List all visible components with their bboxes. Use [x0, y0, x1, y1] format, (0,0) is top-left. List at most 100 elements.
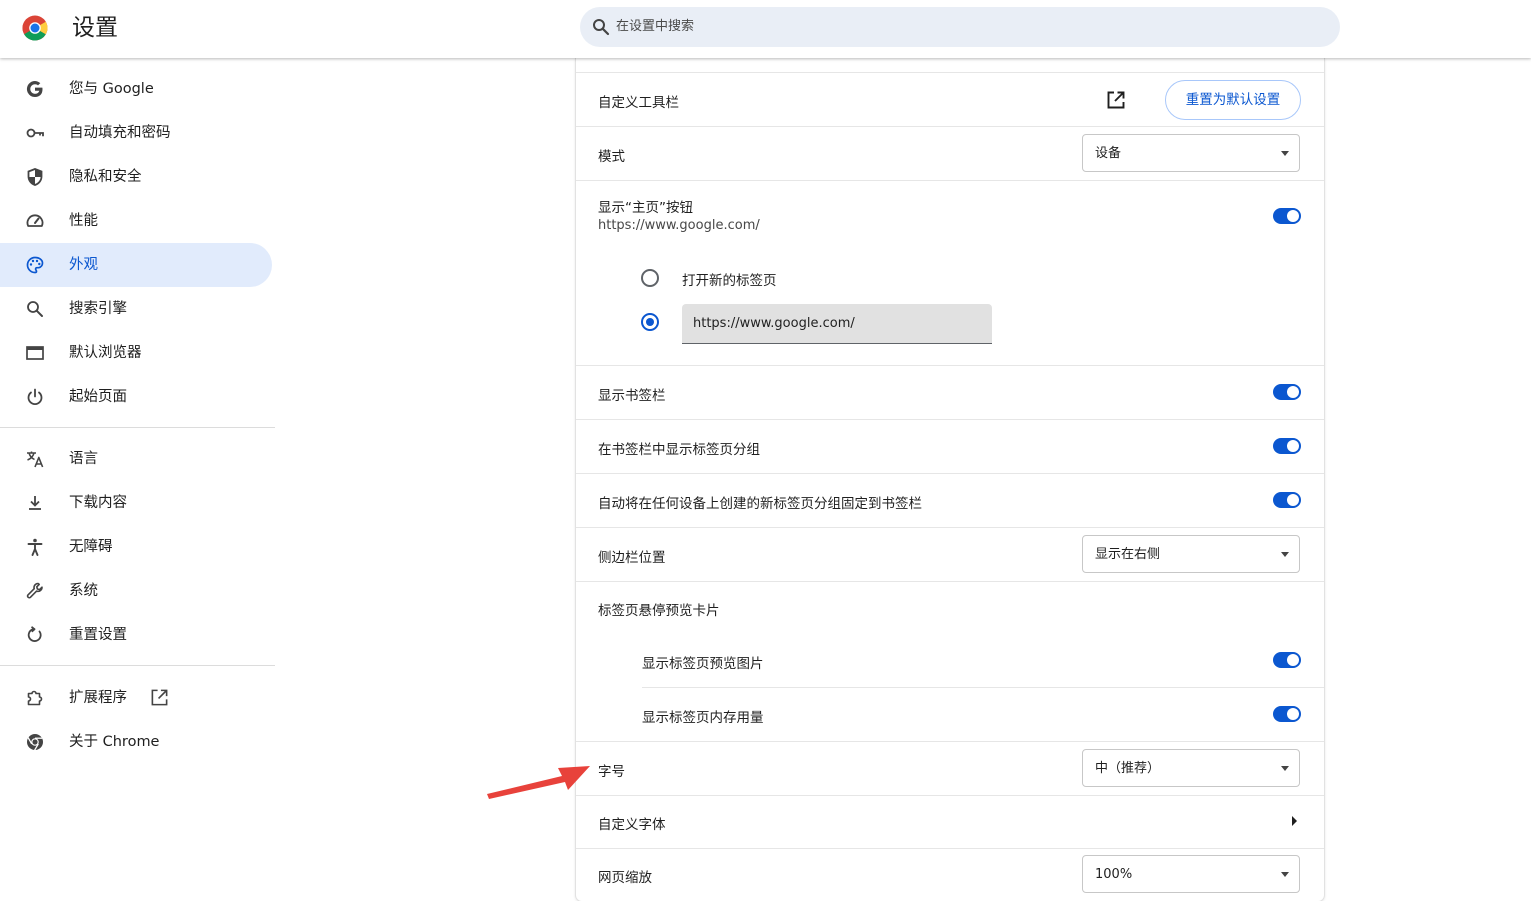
- dropdown-caret-icon: [1281, 872, 1289, 877]
- reset-icon: [27, 626, 42, 642]
- google-g-icon: [26, 81, 43, 98]
- translate-icon: [27, 451, 44, 468]
- sidebar-item-label: 外观: [69, 257, 98, 273]
- sidebar-item-accessibility[interactable]: 无障碍: [0, 525, 272, 569]
- sidebar-item-languages[interactable]: 语言: [0, 437, 272, 481]
- sidebar-item-on-startup[interactable]: 起始页面: [0, 375, 272, 419]
- accessibility-icon: [27, 538, 43, 556]
- reset-to-default-button[interactable]: 重置为默认设置: [1165, 80, 1301, 120]
- search-box[interactable]: [580, 7, 1340, 47]
- home-button-row: 显示“主页”按钮 https://www.google.com/ 打开新的标签页…: [576, 181, 1324, 365]
- page-zoom-label: 网页缩放: [598, 870, 652, 886]
- download-icon: [29, 496, 41, 510]
- wrench-icon: [26, 582, 43, 599]
- side-panel-select-value: 显示在右侧: [1095, 547, 1161, 562]
- custom-fonts-label: 自定义字体: [598, 817, 666, 833]
- sidebar-item-label: 语言: [69, 451, 98, 467]
- sidebar-item-label: 下载内容: [69, 495, 127, 511]
- font-size-label: 字号: [598, 764, 625, 780]
- dropdown-caret-icon: [1281, 552, 1289, 557]
- radio-dot: [646, 318, 654, 326]
- sidebar-item-label: 性能: [69, 213, 98, 229]
- puzzle-icon: [27, 690, 43, 706]
- sidebar-divider: [0, 427, 275, 428]
- sidebar-item-extensions[interactable]: 扩展程序: [0, 676, 272, 720]
- tab-groups-bookmarks-toggle[interactable]: [1273, 438, 1301, 454]
- mode-label: 模式: [598, 149, 625, 165]
- toggle-knob: [1287, 708, 1299, 720]
- sidebar-item-you-and-google[interactable]: 您与 Google: [0, 67, 272, 111]
- chrome-icon: [27, 734, 43, 751]
- sidebar-item-search-engine[interactable]: 搜索引擎: [0, 287, 272, 331]
- home-url-value: https://www.google.com/: [693, 316, 855, 331]
- font-size-select-value: 中（推荐）: [1095, 761, 1161, 776]
- search-icon: [593, 19, 610, 36]
- sidebar-item-label: 扩展程序: [69, 690, 127, 706]
- bookmarks-bar-toggle[interactable]: [1273, 384, 1301, 400]
- toggle-knob: [1287, 654, 1299, 666]
- sidebar-item-about-chrome[interactable]: 关于 Chrome: [0, 720, 272, 764]
- toggle-knob: [1287, 210, 1299, 222]
- hover-card-image-label: 显示标签页预览图片: [642, 656, 764, 672]
- browser-window-icon: [26, 346, 44, 360]
- bookmarks-bar-row: 显示书签栏: [576, 366, 1324, 419]
- home-button-toggle[interactable]: [1273, 208, 1301, 224]
- home-url-input[interactable]: https://www.google.com/: [682, 304, 992, 344]
- sidebar-item-appearance[interactable]: 外观: [0, 243, 272, 287]
- speedometer-icon: [26, 214, 44, 227]
- hover-card-memory-toggle[interactable]: [1273, 706, 1301, 722]
- sidebar-item-performance[interactable]: 性能: [0, 199, 272, 243]
- key-icon: [26, 128, 44, 138]
- sidebar-item-default-browser[interactable]: 默认浏览器: [0, 331, 272, 375]
- open-in-new-icon: [151, 689, 168, 706]
- hover-card-image-row: 显示标签页预览图片: [576, 635, 1324, 688]
- side-panel-label: 侧边栏位置: [598, 550, 666, 566]
- search-input[interactable]: [616, 7, 1296, 47]
- sidebar-item-label: 关于 Chrome: [69, 734, 160, 750]
- sidebar-item-label: 起始页面: [69, 389, 127, 405]
- radio-new-tab-label: 打开新的标签页: [682, 273, 777, 289]
- bookmarks-bar-label: 显示书签栏: [598, 388, 666, 404]
- sidebar-item-downloads[interactable]: 下载内容: [0, 481, 272, 525]
- sidebar-item-autofill[interactable]: 自动填充和密码: [0, 111, 272, 155]
- page-title: 设置: [72, 15, 118, 41]
- sidebar-item-privacy[interactable]: 隐私和安全: [0, 155, 272, 199]
- custom-fonts-row[interactable]: 自定义字体: [576, 796, 1324, 848]
- sidebar-item-label: 您与 Google: [69, 81, 154, 97]
- mode-select[interactable]: 设备: [1082, 134, 1300, 172]
- toggle-knob: [1287, 440, 1299, 452]
- side-panel-select[interactable]: 显示在右侧: [1082, 535, 1300, 573]
- auto-pin-tab-groups-label: 自动将在任何设备上创建的新标签页分组固定到书签栏: [598, 496, 922, 512]
- sidebar-divider: [0, 665, 275, 666]
- auto-pin-tab-groups-toggle[interactable]: [1273, 492, 1301, 508]
- appearance-settings-card: 自定义工具栏 重置为默认设置 模式 设备 显示“主页”按钮 https://ww…: [576, 58, 1324, 901]
- settings-header: 设置: [0, 0, 1531, 58]
- radio-new-tab[interactable]: [641, 269, 659, 287]
- side-panel-row: 侧边栏位置 显示在右侧: [576, 528, 1324, 581]
- sidebar-item-reset-settings[interactable]: 重置设置: [0, 613, 272, 657]
- open-in-new-icon[interactable]: [1106, 90, 1126, 110]
- home-button-url-sub: https://www.google.com/: [598, 218, 760, 233]
- dropdown-caret-icon: [1281, 766, 1289, 771]
- font-size-row: 字号 中（推荐）: [576, 742, 1324, 795]
- sidebar-nav: 您与 Google 自动填充和密码 隐私和安全 性能 外观 搜索引擎 默认浏览器…: [0, 58, 276, 901]
- hover-card-label: 标签页悬停预览卡片: [598, 603, 720, 619]
- hover-card-row: 标签页悬停预览卡片: [576, 582, 1324, 635]
- page-zoom-select[interactable]: 100%: [1082, 855, 1300, 893]
- radio-custom-url[interactable]: [641, 313, 659, 331]
- search-icon: [27, 301, 43, 317]
- font-size-select[interactable]: 中（推荐）: [1082, 749, 1300, 787]
- customize-toolbar-row: 自定义工具栏 重置为默认设置: [576, 73, 1324, 126]
- sidebar-item-label: 默认浏览器: [69, 345, 142, 361]
- sidebar-item-label: 自动填充和密码: [69, 125, 171, 141]
- annotation-arrow-icon: [487, 766, 590, 799]
- toggle-knob: [1287, 386, 1299, 398]
- tab-groups-bookmarks-row: 在书签栏中显示标签页分组: [576, 420, 1324, 473]
- dropdown-caret-icon: [1281, 151, 1289, 156]
- sidebar-item-system[interactable]: 系统: [0, 569, 272, 613]
- chevron-right-icon: [1292, 816, 1297, 826]
- mode-row: 模式 设备: [576, 127, 1324, 180]
- hover-card-image-toggle[interactable]: [1273, 652, 1301, 668]
- sidebar-item-label: 重置设置: [69, 627, 127, 643]
- palette-icon: [26, 256, 44, 274]
